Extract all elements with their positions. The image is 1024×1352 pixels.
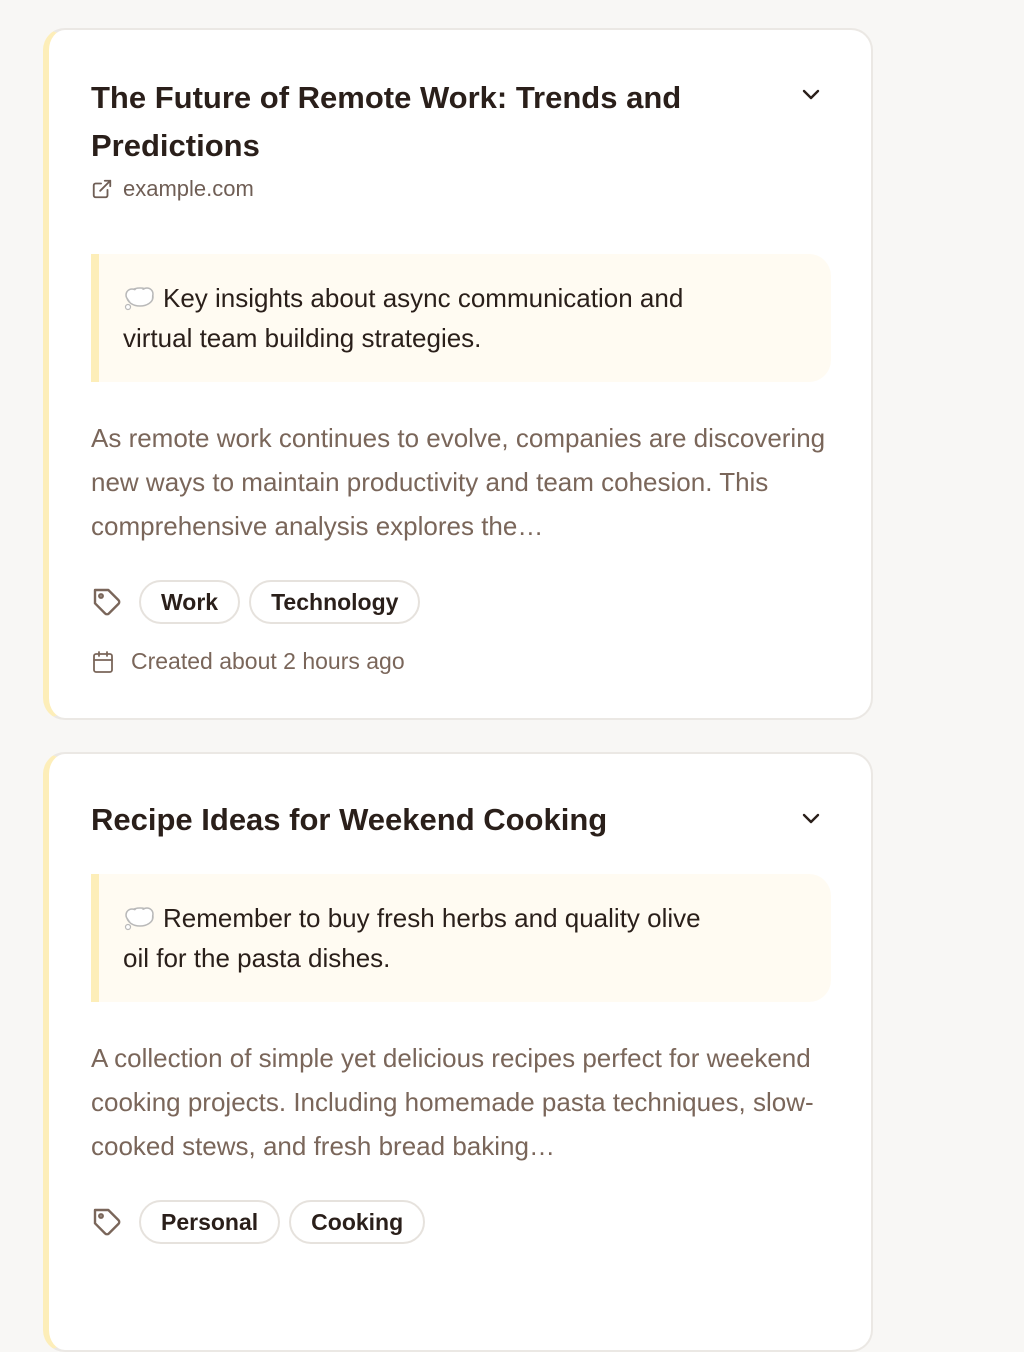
- tag-chip[interactable]: Cooking: [289, 1200, 426, 1244]
- external-link-icon: [92, 179, 112, 199]
- tag-icon: [91, 1206, 123, 1238]
- tag-chip[interactable]: Technology: [249, 580, 421, 624]
- tag-icon: [91, 586, 123, 618]
- tag-list: Work Technology: [91, 580, 429, 624]
- created-text: Created about 2 hours ago: [131, 648, 405, 674]
- bookmark-card[interactable]: Recipe Ideas for Weekend Cooking Remembe…: [43, 752, 873, 1352]
- card-title[interactable]: The Future of Remote Work: Trends and Pr…: [91, 74, 731, 170]
- personal-note: Remember to buy fresh herbs and quality …: [91, 874, 831, 1002]
- chevron-down-icon[interactable]: [797, 804, 825, 832]
- card-description: A collection of simple yet delicious rec…: [91, 1043, 814, 1161]
- tag-chip[interactable]: Work: [139, 580, 241, 624]
- thought-bubble-icon: [124, 907, 154, 931]
- calendar-icon: [93, 650, 113, 673]
- chevron-down-icon[interactable]: [797, 80, 825, 108]
- personal-note: Key insights about async communication a…: [91, 254, 831, 382]
- card-description: As remote work continues to evolve, comp…: [91, 423, 826, 541]
- source-domain: example.com: [123, 176, 254, 201]
- tag-list: Personal Cooking: [91, 1200, 434, 1244]
- bookmark-card[interactable]: The Future of Remote Work: Trends and Pr…: [43, 28, 873, 720]
- source-link[interactable]: example.com: [91, 176, 254, 202]
- card-title[interactable]: Recipe Ideas for Weekend Cooking: [91, 796, 791, 844]
- thought-bubble-icon: [124, 287, 154, 311]
- note-text: Remember to buy fresh herbs and quality …: [123, 903, 701, 973]
- note-text: Key insights about async communication a…: [123, 283, 684, 353]
- created-timestamp: Created about 2 hours ago: [91, 648, 405, 675]
- tag-chip[interactable]: Personal: [139, 1200, 281, 1244]
